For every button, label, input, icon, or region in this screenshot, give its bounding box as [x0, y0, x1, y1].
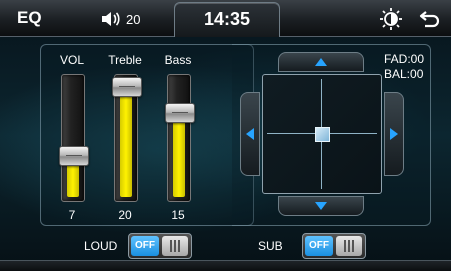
volume-level: 20	[126, 11, 141, 27]
arrow-right-icon	[390, 128, 398, 140]
fader-label-treble: Treble	[108, 53, 142, 67]
speaker-icon	[102, 12, 120, 26]
sub-toggle[interactable]: OFF	[302, 233, 366, 259]
fade-rear-button[interactable]	[278, 196, 364, 216]
vol-value: 7	[68, 208, 76, 222]
balance-left-button[interactable]	[240, 92, 260, 176]
loud-toggle-state: OFF	[131, 236, 159, 256]
fader-label-vol: VOL	[59, 53, 84, 67]
sub-label: SUB	[258, 239, 283, 253]
treble-slider[interactable]	[112, 74, 142, 202]
bass-slider[interactable]	[165, 74, 195, 202]
header-bar: EQ 20 14:35	[0, 0, 451, 37]
vol-slider-knob[interactable]	[59, 146, 89, 166]
balance-position-marker[interactable]	[315, 127, 330, 142]
bass-value: 15	[171, 208, 185, 222]
balance-right-button[interactable]	[384, 92, 404, 176]
treble-slider-knob[interactable]	[112, 77, 142, 97]
sub-toggle-state: OFF	[305, 236, 333, 256]
fader-label-bass: Bass	[164, 53, 192, 67]
arrow-up-icon	[315, 58, 327, 66]
bass-slider-fill	[173, 112, 185, 197]
fade-front-button[interactable]	[278, 52, 364, 72]
page-title: EQ	[17, 8, 42, 27]
brightness-icon[interactable]	[379, 7, 403, 31]
treble-value: 20	[118, 208, 132, 222]
fad-readout: FAD:00	[384, 52, 425, 66]
treble-slider-fill	[120, 86, 132, 197]
arrow-down-icon	[315, 202, 327, 210]
bottom-bar	[0, 260, 451, 271]
bass-slider-knob[interactable]	[165, 103, 195, 123]
loud-toggle[interactable]: OFF	[128, 233, 192, 259]
arrow-left-icon	[246, 128, 254, 140]
eq-screen: EQ 20 14:35 VOL Treble Bass 7 20 15 FAD:…	[0, 0, 451, 271]
sub-toggle-handle	[336, 236, 362, 256]
balance-fade-pad[interactable]	[262, 74, 382, 194]
back-icon[interactable]	[418, 7, 442, 31]
bal-readout: BAL:00	[384, 67, 424, 81]
clock: 14:35	[203, 9, 251, 29]
vol-slider[interactable]	[59, 74, 89, 202]
volume-indicator: 20	[100, 10, 140, 28]
clock-tab: 14:35	[174, 2, 280, 37]
loud-label: LOUD	[84, 239, 118, 253]
loud-toggle-handle	[162, 236, 188, 256]
